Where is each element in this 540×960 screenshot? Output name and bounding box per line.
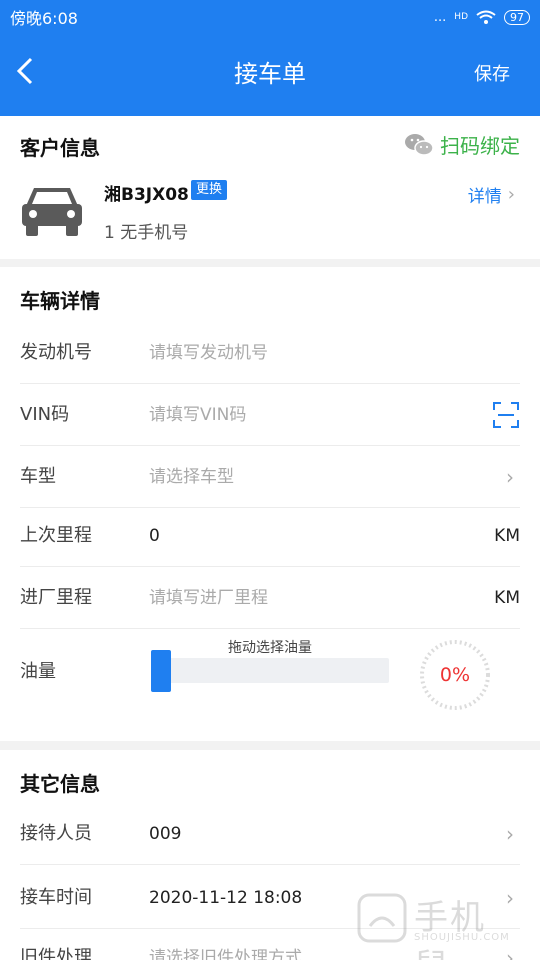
customer-detail-label: 详情 <box>467 187 502 207</box>
customer-detail-link[interactable]: 详情 › <box>468 182 515 207</box>
entry-mileage-label: 进厂里程 <box>20 587 92 608</box>
entry-mileage-input[interactable]: 请填写进厂里程 <box>149 567 268 629</box>
vin-label: VIN码 <box>20 404 70 425</box>
status-time: 傍晚6:08 <box>10 9 78 28</box>
pickup-time-label: 接车时间 <box>20 887 92 908</box>
last-mileage-row: 上次里程 0 KM <box>20 505 520 567</box>
plate-number: 湘B3JX08 <box>104 185 189 205</box>
watermark-text: 手机鼠 <box>414 898 486 960</box>
nav-bar: 接车单 保存 <box>0 34 540 116</box>
chevron-right-icon: › <box>507 184 515 205</box>
save-button[interactable]: 保存 <box>474 60 510 90</box>
fuel-percent: 0% <box>439 664 471 686</box>
fuel-slider-handle[interactable] <box>151 650 171 692</box>
page-title: 接车单 <box>234 60 306 88</box>
watermark-logo: 手机鼠 SHOUJISHU.COM <box>356 888 520 960</box>
chevron-right-icon: › <box>506 822 514 846</box>
vin-input[interactable]: 请填写VIN码 <box>149 384 246 446</box>
fuel-hint: 拖动选择油量 <box>228 640 312 656</box>
last-mileage-label: 上次里程 <box>20 525 92 546</box>
status-icons: ... HD 97 <box>433 9 530 25</box>
wifi-icon <box>476 10 496 24</box>
pickup-time-value: 2020-11-12 18:08 <box>149 888 303 908</box>
vehicle-section-title: 车辆详情 <box>20 289 100 313</box>
car-model-row[interactable]: 车型 请选择车型 › <box>20 446 520 508</box>
wechat-bind-label: 扫码绑定 <box>440 134 520 158</box>
network-hd-icon: HD <box>454 12 468 22</box>
fuel-label: 油量 <box>20 661 56 682</box>
fuel-slider-track[interactable] <box>151 658 389 683</box>
chevron-right-icon: › <box>506 465 514 489</box>
engine-number-input[interactable]: 请填写发动机号 <box>149 322 268 384</box>
wechat-icon <box>405 133 434 156</box>
receiver-row[interactable]: 接待人员 009 › <box>20 803 520 865</box>
receiver-label: 接待人员 <box>20 823 92 844</box>
wechat-bind-button[interactable]: 扫码绑定 <box>404 130 520 159</box>
watermark-icon <box>357 893 407 943</box>
status-bar: 傍晚6:08 ... HD 97 <box>0 0 540 34</box>
customer-phone: 1 无手机号 <box>104 223 189 243</box>
entry-mileage-unit: KM <box>494 588 520 608</box>
scan-icon[interactable] <box>492 401 520 429</box>
last-mileage-unit: KM <box>494 526 520 546</box>
battery-icon: 97 <box>504 9 530 25</box>
car-model-select[interactable]: 请选择车型 <box>149 446 234 508</box>
engine-number-label: 发动机号 <box>20 342 92 363</box>
last-mileage-value: 0 <box>149 526 160 546</box>
car-icon <box>22 188 82 236</box>
signal-dots-icon: ... <box>433 9 447 25</box>
receiver-value: 009 <box>149 824 182 844</box>
old-parts-select[interactable]: 请选择旧件处理方式 <box>149 927 302 960</box>
entry-mileage-row: 进厂里程 请填写进厂里程 KM <box>20 567 520 629</box>
engine-number-row[interactable]: 发动机号 请填写发动机号 <box>20 322 520 384</box>
other-section-title: 其它信息 <box>20 772 100 796</box>
watermark-sub: SHOUJISHU.COM <box>414 932 510 943</box>
customer-info-card: 客户信息 扫码绑定 湘B3JX08 更换 1 无手机号 详情 › <box>0 116 540 259</box>
old-parts-label: 旧件处理 <box>20 947 92 960</box>
change-vehicle-button[interactable]: 更换 <box>191 180 228 200</box>
car-model-label: 车型 <box>20 466 56 487</box>
vin-row: VIN码 请填写VIN码 <box>20 384 520 446</box>
customer-section-title: 客户信息 <box>20 136 100 160</box>
